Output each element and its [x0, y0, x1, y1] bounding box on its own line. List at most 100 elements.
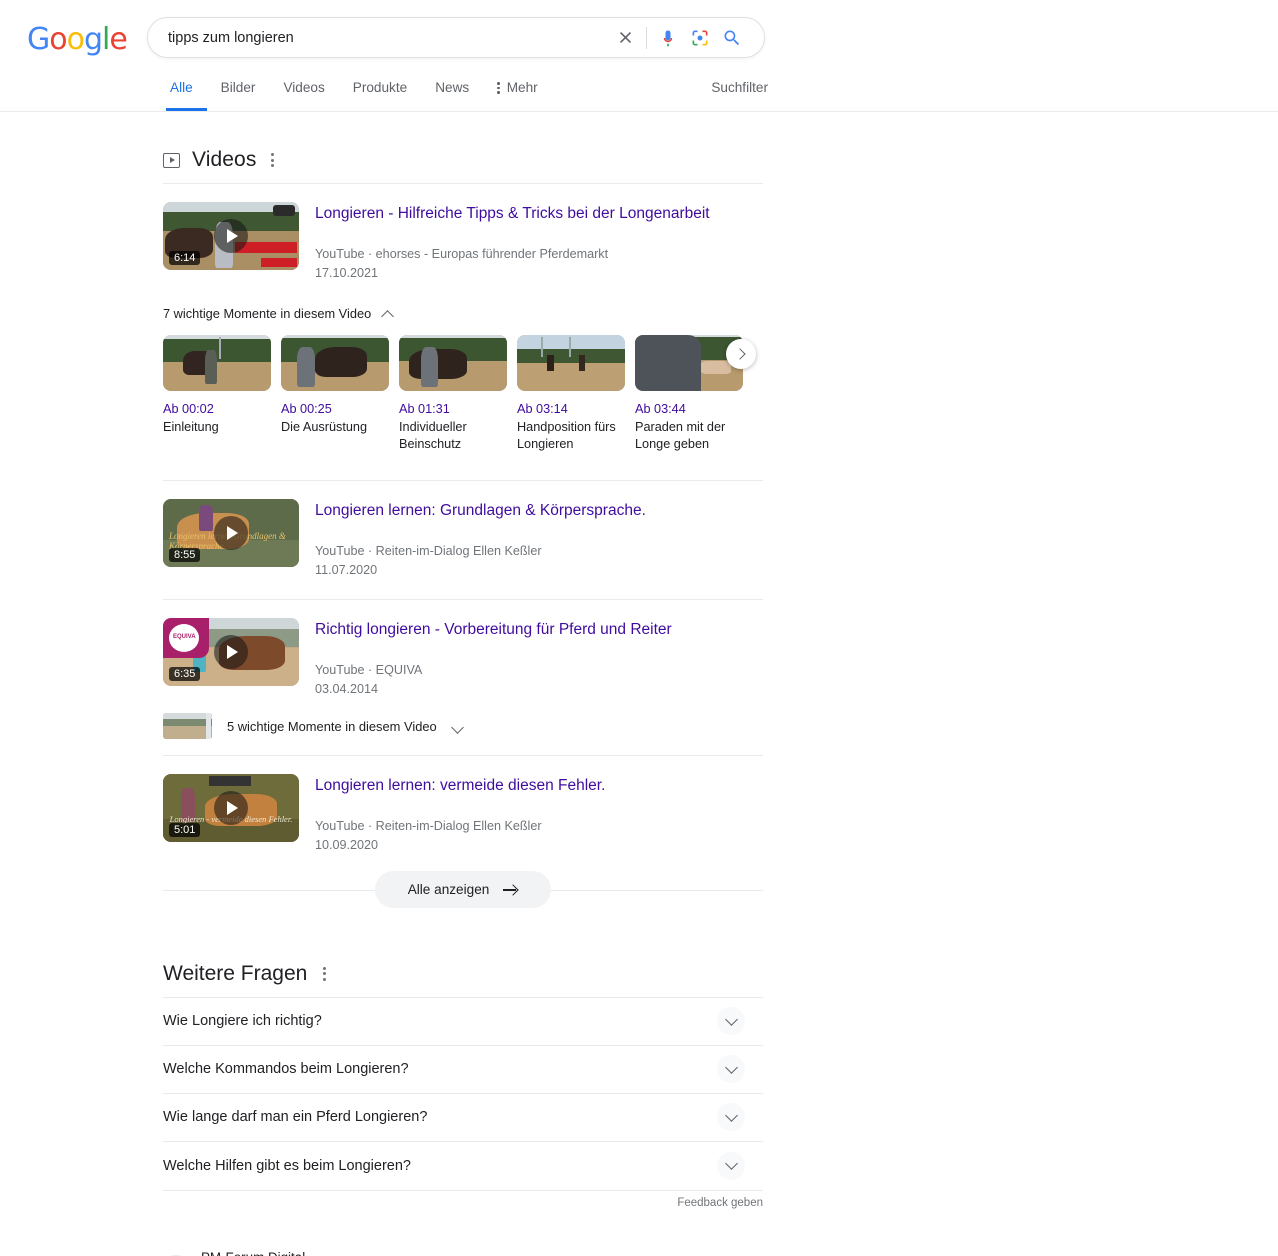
- nav-tabs-row: Alle Bilder Videos Produkte News Mehr Su…: [0, 78, 1278, 111]
- play-icon: [214, 635, 248, 670]
- key-moment-thumbnail[interactable]: [163, 334, 271, 391]
- people-also-ask-item[interactable]: Welche Hilfen gibt es beim Longieren?: [163, 1142, 763, 1190]
- chevron-down-icon[interactable]: [717, 1055, 745, 1084]
- chevron-down-icon: [452, 720, 465, 733]
- show-all-videos-button[interactable]: Alle anzeigen: [374, 871, 552, 909]
- chevron-down-icon[interactable]: [717, 1007, 745, 1036]
- video-meta-4: Longieren lernen: vermeide diesen Fehler…: [315, 774, 605, 855]
- video-duration: 5:01: [169, 823, 201, 838]
- key-moment-time[interactable]: Ab 03:14: [517, 402, 625, 416]
- key-moments-toggle-1[interactable]: 7 wichtige Momente in diesem Video: [163, 283, 763, 321]
- paa-question: Welche Kommandos beim Longieren?: [163, 1061, 409, 1078]
- video-date-1: 17.10.2021: [315, 266, 379, 281]
- google-logo[interactable]: Google: [27, 22, 128, 57]
- video-title-link-4[interactable]: Longieren lernen: vermeide diesen Fehler…: [315, 776, 605, 796]
- chevron-down-icon[interactable]: [717, 1103, 745, 1132]
- videos-module-header: Videos: [163, 112, 763, 172]
- key-moment-label: Handposition fürs Longieren: [517, 419, 616, 452]
- results-column: Videos 6:14 Longieren - Hilfreiche Tipps…: [163, 112, 763, 1256]
- key-moment-thumbnail[interactable]: [517, 334, 625, 391]
- key-moment-thumbnail[interactable]: [635, 334, 743, 391]
- search-divider: [646, 26, 647, 49]
- video-title-link-1[interactable]: Longieren - Hilfreiche Tipps & Tricks be…: [315, 204, 710, 224]
- video-duration: 8:55: [169, 548, 201, 563]
- lens-icon[interactable]: [684, 22, 716, 54]
- show-all-label: Alle anzeigen: [407, 882, 490, 898]
- key-moment-time[interactable]: Ab 03:44: [635, 402, 743, 416]
- search-icon[interactable]: [716, 22, 748, 54]
- video-thumbnail-2[interactable]: Longieren lernen Grundlagen & Körperspra…: [163, 499, 299, 568]
- video-icon: [163, 152, 180, 168]
- key-moment-time[interactable]: Ab 01:31: [399, 402, 507, 416]
- result-site-block: PM-Forum Digital https://www.pm-forum-di…: [201, 1249, 438, 1256]
- key-moment-item[interactable]: Ab 00:02 Einleitung: [163, 334, 271, 453]
- people-also-ask-menu-icon[interactable]: [320, 964, 329, 984]
- people-also-ask-item[interactable]: Wie Longiere ich richtig?: [163, 998, 763, 1046]
- tab-mehr[interactable]: Mehr: [483, 78, 551, 108]
- key-moment-thumbnail[interactable]: [399, 334, 507, 391]
- video-date-4: 10.09.2020: [315, 838, 379, 853]
- video-meta-3: Richtig longieren - Vorbereitung für Pfe…: [315, 618, 672, 699]
- people-also-ask-title: Weitere Fragen: [163, 961, 308, 985]
- microphone-icon[interactable]: [652, 22, 684, 54]
- key-moment-item[interactable]: Ab 00:25 Die Ausrüstung: [281, 334, 389, 453]
- chevron-down-icon[interactable]: [717, 1151, 745, 1180]
- key-moment-item[interactable]: Ab 03:14 Handposition fürs Longieren: [517, 334, 625, 453]
- key-moment-time[interactable]: Ab 00:25: [281, 402, 389, 416]
- video-result-2: Longieren lernen Grundlagen & Körperspra…: [163, 481, 763, 580]
- key-moment-time[interactable]: Ab 00:02: [163, 402, 271, 416]
- result-header: pm PM-Forum Digital https://www.pm-forum…: [163, 1249, 763, 1256]
- tab-mehr-label: Mehr: [506, 80, 538, 95]
- video-duration: 6:35: [169, 667, 201, 682]
- video-title-link-3[interactable]: Richtig longieren - Vorbereitung für Pfe…: [315, 620, 672, 640]
- search-input[interactable]: [148, 29, 609, 46]
- people-also-ask-item[interactable]: Welche Kommandos beim Longieren?: [163, 1046, 763, 1094]
- video-thumbnail-1[interactable]: 6:14: [163, 202, 299, 270]
- paa-question: Welche Hilfen gibt es beim Longieren?: [163, 1157, 411, 1174]
- tab-produkte[interactable]: Produkte: [339, 78, 421, 108]
- search-header: Google tipps zum longieren Alle Bilder V…: [0, 0, 1278, 112]
- video-date-2: 11.07.2020: [315, 563, 378, 578]
- play-icon: [214, 516, 248, 551]
- video-result-4: Longieren - vermeide diesen Fehler. 5:01…: [163, 756, 763, 855]
- videos-module-menu-icon[interactable]: [268, 150, 277, 170]
- organic-result: pm PM-Forum Digital https://www.pm-forum…: [163, 1209, 763, 1256]
- video-meta-1: Longieren - Hilfreiche Tipps & Tricks be…: [315, 202, 710, 283]
- tab-bilder[interactable]: Bilder: [207, 78, 270, 108]
- key-moment-label: Die Ausrüstung: [281, 419, 368, 434]
- videos-module-title: Videos: [192, 148, 257, 171]
- search-bar[interactable]: [147, 17, 765, 58]
- video-source-1: YouTube · ehorses - Europas führender Pf…: [315, 247, 609, 262]
- results-content: Videos 6:14 Longieren - Hilfreiche Tipps…: [0, 112, 1278, 1256]
- clear-icon[interactable]: [609, 22, 641, 54]
- feedback-link[interactable]: Feedback geben: [163, 1191, 763, 1209]
- tab-alle[interactable]: Alle: [166, 78, 207, 111]
- nav-tabs: Alle Bilder Videos Produkte News Mehr: [166, 78, 552, 111]
- carousel-next-icon[interactable]: [726, 338, 756, 369]
- paa-question: Wie Longiere ich richtig?: [163, 1013, 322, 1030]
- video-source-2: YouTube · Reiten-im-Dialog Ellen Keßler: [315, 544, 542, 559]
- play-icon: [214, 791, 248, 826]
- video-title-link-2[interactable]: Longieren lernen: Grundlagen & Körperspr…: [315, 501, 646, 521]
- tab-news[interactable]: News: [421, 78, 483, 108]
- more-dots-icon: [497, 82, 500, 94]
- search-tools-button[interactable]: Suchfilter: [711, 78, 768, 98]
- key-moment-item[interactable]: Ab 01:31 Individueller Beinschutz: [399, 334, 507, 453]
- chevron-up-icon: [382, 307, 395, 320]
- key-moments-toggle-2[interactable]: 5 wichtige Momente in diesem Video: [163, 699, 763, 741]
- video-thumbnail-4[interactable]: Longieren - vermeide diesen Fehler. 5:01: [163, 774, 299, 843]
- result-site-name: PM-Forum Digital: [201, 1249, 438, 1256]
- video-thumbnail-3[interactable]: EQUIVA 6:35: [163, 618, 299, 687]
- search-bar-icons: [609, 22, 764, 54]
- people-also-ask-item[interactable]: Wie lange darf man ein Pferd Longieren?: [163, 1094, 763, 1142]
- tab-videos[interactable]: Videos: [269, 78, 338, 108]
- video-meta-2: Longieren lernen: Grundlagen & Körperspr…: [315, 499, 646, 580]
- video-date-3: 03.04.2014: [315, 682, 379, 697]
- video-result-3: EQUIVA 6:35 Richtig longieren - Vorberei…: [163, 600, 763, 699]
- arrow-right-icon: [503, 885, 518, 895]
- key-moment-thumbnail[interactable]: [281, 334, 389, 391]
- key-moment-label: Individueller Beinschutz: [399, 419, 467, 452]
- key-moment-label: Paraden mit der Longe geben: [635, 419, 726, 452]
- key-moments-carousel[interactable]: Ab 00:02 Einleitung Ab 00:25 Die Ausrüst…: [163, 321, 763, 453]
- key-moments-label-1: 7 wichtige Momente in diesem Video: [163, 305, 372, 321]
